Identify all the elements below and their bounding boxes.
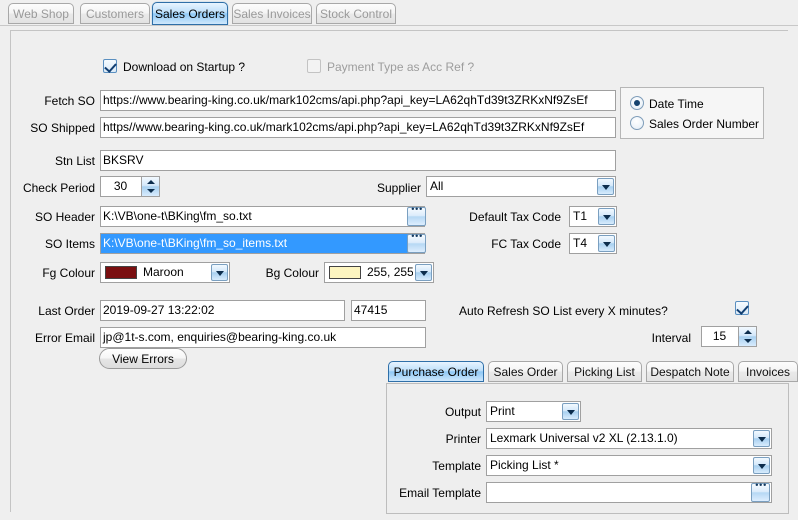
check-period-spin-buttons[interactable] — [141, 177, 159, 196]
default-tax-code-label: Default Tax Code — [431, 209, 561, 225]
bottom-tab-label: Sales Order — [493, 365, 557, 379]
tab-sales-invoices[interactable]: Sales Invoices — [232, 3, 312, 24]
tab-customers[interactable]: Customers — [80, 3, 150, 24]
printer-dropdown[interactable]: Lexmark Universal v2 XL (2.13.1.0) — [486, 428, 772, 449]
email-template-browse-button[interactable] — [751, 483, 770, 502]
so-items-input[interactable]: K:\VB\one-t\BKing\fm_so_items.txt — [100, 233, 425, 254]
fetch-so-label: Fetch SO — [11, 93, 95, 109]
bottom-tab-label: Despatch Note — [650, 365, 729, 379]
bg-colour-value: 255, 255... — [367, 263, 413, 282]
interval-value: 15 — [702, 327, 737, 346]
supplier-value: All — [430, 177, 595, 196]
tab-label: Customers — [86, 7, 144, 21]
tab-web-shop[interactable]: Web Shop — [8, 3, 74, 24]
interval-stepper[interactable]: 15 — [701, 326, 757, 347]
last-order-label: Last Order — [11, 303, 95, 319]
error-email-label: Error Email — [11, 330, 95, 346]
supplier-label: Supplier — [301, 180, 421, 196]
printer-label: Printer — [406, 431, 481, 447]
chevron-down-icon[interactable] — [753, 430, 770, 447]
supplier-dropdown[interactable]: All — [426, 176, 616, 197]
fc-tax-code-dropdown[interactable]: T4 — [569, 233, 617, 254]
radio-sales-order-number-label: Sales Order Number — [649, 116, 759, 132]
sort-mode-groupbox: Date Time Sales Order Number — [620, 87, 764, 139]
so-header-browse-button[interactable] — [407, 207, 426, 226]
fc-tax-code-value: T4 — [573, 234, 596, 253]
chevron-down-icon[interactable] — [597, 178, 614, 195]
bottom-tab-label: Purchase Order — [394, 365, 479, 379]
fg-colour-value: Maroon — [143, 263, 209, 282]
download-on-startup-label: Download on Startup ? — [123, 59, 245, 75]
auto-refresh-label: Auto Refresh SO List every X minutes? — [459, 303, 668, 319]
sales-orders-panel: Download on Startup ? Payment Type as Ac… — [10, 30, 788, 512]
chevron-down-icon[interactable] — [211, 264, 228, 281]
stn-list-label: Stn List — [11, 153, 95, 169]
template-dropdown[interactable]: Picking List * — [486, 455, 772, 476]
last-order-input[interactable]: 2019-09-27 13:22:02 — [100, 300, 345, 321]
bottom-tab-picking-list[interactable]: Picking List — [567, 361, 642, 382]
fg-colour-label: Fg Colour — [11, 265, 95, 281]
bottom-tab-purchase-order[interactable]: Purchase Order — [388, 361, 484, 382]
tab-label: Web Shop — [13, 7, 69, 21]
fg-colour-dropdown[interactable]: Maroon — [100, 262, 230, 283]
bottom-tab-label: Invoices — [746, 365, 790, 379]
so-shipped-label: SO Shipped — [11, 120, 95, 136]
template-label: Template — [406, 458, 481, 474]
app-window: Web Shop Customers Sales Orders Sales In… — [0, 0, 798, 520]
fetch-so-input[interactable]: https://www.bearing-king.co.uk/mark102cm… — [100, 90, 616, 111]
bottom-tab-label: Picking List — [574, 365, 635, 379]
so-header-label: SO Header — [11, 209, 95, 225]
default-tax-code-value: T1 — [573, 207, 596, 226]
so-items-browse-button[interactable] — [407, 234, 426, 253]
error-email-input[interactable]: jp@1t-s.com, enquiries@bearing-king.co.u… — [100, 327, 426, 348]
last-order-number-input[interactable]: 47415 — [351, 300, 426, 321]
chevron-down-icon[interactable] — [415, 264, 432, 281]
check-period-stepper[interactable]: 30 — [100, 176, 160, 197]
fc-tax-code-label: FC Tax Code — [431, 236, 561, 252]
email-template-label: Email Template — [386, 485, 481, 501]
radio-date-time-label: Date Time — [649, 96, 704, 112]
top-tab-strip: Web Shop Customers Sales Orders Sales In… — [0, 0, 798, 26]
payment-type-as-acc-ref-checkbox — [307, 59, 321, 73]
output-dropdown[interactable]: Print — [486, 401, 581, 422]
chevron-down-icon[interactable] — [562, 403, 579, 420]
email-template-input[interactable] — [486, 482, 772, 503]
check-period-value: 30 — [101, 177, 140, 196]
stn-list-input[interactable]: BKSRV — [100, 150, 616, 171]
payment-type-as-acc-ref-label: Payment Type as Acc Ref ? — [327, 59, 474, 75]
view-errors-button-label: View Errors — [112, 352, 174, 366]
chevron-down-icon[interactable] — [753, 457, 770, 474]
so-header-input[interactable]: K:\VB\one-t\BKing\fm_so.txt — [100, 206, 425, 227]
output-value: Print — [490, 402, 560, 421]
interval-label: Interval — [631, 330, 691, 346]
so-shipped-input[interactable]: https//www.bearing-king.co.uk/mark102cms… — [100, 117, 616, 138]
bg-colour-label: Bg Colour — [229, 265, 319, 281]
bg-colour-swatch — [329, 266, 361, 279]
radio-sales-order-number[interactable] — [630, 116, 644, 130]
radio-date-time[interactable] — [630, 96, 644, 110]
tab-label: Sales Orders — [155, 7, 225, 21]
chevron-down-icon[interactable] — [598, 208, 615, 225]
interval-spin-buttons[interactable] — [738, 327, 756, 346]
tab-strip-underline — [0, 25, 798, 26]
tab-label: Stock Control — [320, 7, 392, 21]
download-on-startup-checkbox[interactable] — [103, 59, 117, 73]
printer-value: Lexmark Universal v2 XL (2.13.1.0) — [490, 429, 751, 448]
auto-refresh-checkbox[interactable] — [735, 301, 749, 315]
bottom-tab-invoices[interactable]: Invoices — [738, 361, 798, 382]
check-period-label: Check Period — [11, 180, 95, 196]
tab-stock-control[interactable]: Stock Control — [316, 3, 396, 24]
tab-label: Sales Invoices — [233, 7, 310, 21]
default-tax-code-dropdown[interactable]: T1 — [569, 206, 617, 227]
fg-colour-swatch — [105, 266, 137, 279]
template-value: Picking List * — [490, 456, 751, 475]
tab-sales-orders[interactable]: Sales Orders — [152, 2, 228, 25]
bottom-tab-sales-order[interactable]: Sales Order — [488, 361, 563, 382]
chevron-down-icon[interactable] — [598, 235, 615, 252]
output-label: Output — [406, 404, 481, 420]
so-items-label: SO Items — [11, 236, 95, 252]
bg-colour-dropdown[interactable]: 255, 255... — [324, 262, 434, 283]
bottom-tab-despatch-note[interactable]: Despatch Note — [646, 361, 734, 382]
view-errors-button[interactable]: View Errors — [99, 348, 187, 369]
